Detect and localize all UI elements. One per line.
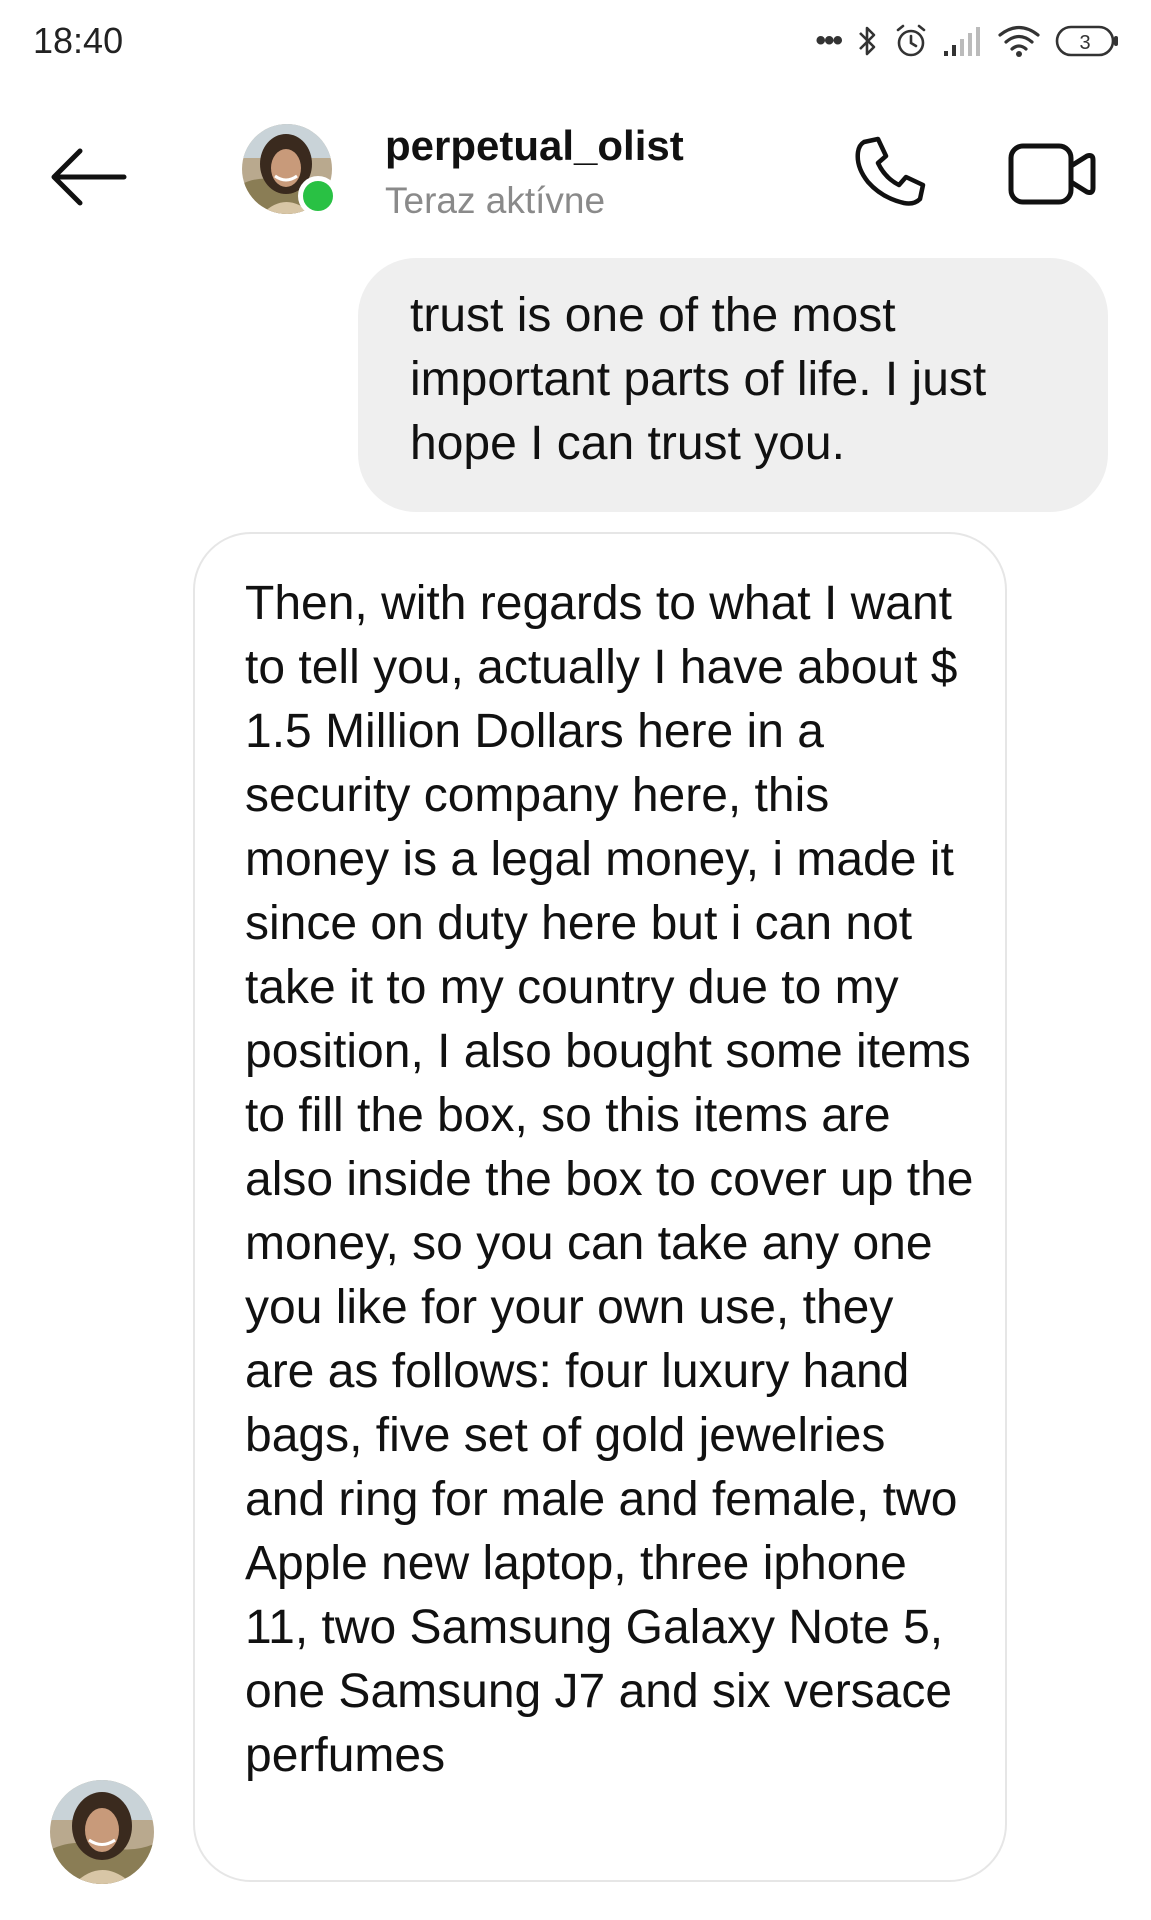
battery-icon: 3 [1055, 25, 1118, 57]
received-message-text: Then, with regards to what I want to tel… [245, 577, 974, 1782]
contact-presence: Teraz aktívne [385, 180, 606, 221]
chat-header: perpetual_olist Teraz aktívne [0, 100, 1151, 240]
received-message-bubble[interactable]: Then, with regards to what I want to tel… [193, 532, 1007, 1882]
arrow-left-icon [51, 148, 127, 206]
status-icons: ••• 3 [815, 18, 1121, 64]
sent-message-text: trust is one of the most important parts… [410, 289, 987, 470]
video-call-button[interactable] [1005, 136, 1105, 212]
signal-icon [944, 27, 980, 56]
online-status-dot [298, 176, 338, 216]
wifi-icon [998, 25, 1040, 57]
contact-username[interactable]: perpetual_olist [385, 122, 684, 170]
voice-call-button[interactable] [850, 132, 930, 212]
more-indicator: ••• [815, 24, 842, 57]
back-button[interactable] [46, 142, 136, 212]
video-camera-icon [1008, 143, 1096, 205]
status-bar: 18:40 ••• 3 [0, 0, 1151, 90]
alarm-icon [896, 24, 926, 57]
sent-message-bubble[interactable]: trust is one of the most important parts… [358, 258, 1108, 512]
battery-level: 3 [1079, 32, 1090, 54]
status-time: 18:40 [33, 20, 124, 61]
bluetooth-icon [859, 26, 876, 56]
sender-avatar[interactable] [50, 1780, 154, 1884]
phone-icon [855, 136, 926, 206]
contact-avatar-button[interactable] [242, 124, 338, 218]
